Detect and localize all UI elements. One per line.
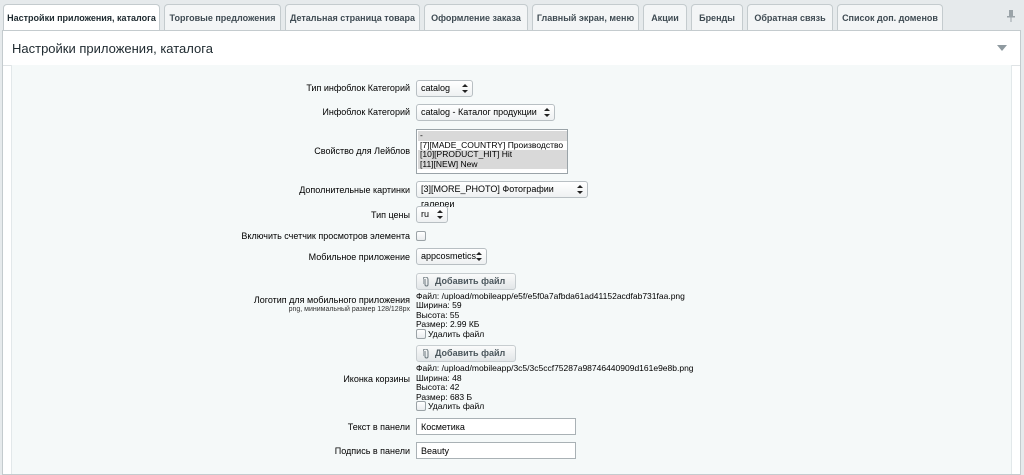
price-type-value: ru <box>421 209 430 219</box>
tab-main-screen-menu[interactable]: Главный экран, меню <box>532 4 639 30</box>
view-counter-label: Включить счетчик просмотров элемента <box>241 231 410 241</box>
logo-delete-checkbox[interactable] <box>416 329 426 339</box>
cart-icon-add-file-label: Добавить файл <box>435 348 506 358</box>
select-arrows-icon <box>577 185 583 194</box>
select-arrows-icon <box>462 84 468 93</box>
panel-caption-label: Подпись в панели <box>334 446 410 456</box>
logo-add-file-button[interactable]: Добавить файл <box>416 273 517 290</box>
cart-icon-delete-checkbox[interactable] <box>416 401 426 411</box>
listbox-option[interactable]: [11][NEW] New <box>418 159 567 169</box>
panel-text-label: Текст в панели <box>347 422 410 432</box>
price-type-select[interactable]: ru <box>416 206 448 223</box>
iblock-type-select[interactable]: catalog <box>416 80 473 97</box>
iblock-type-label: Тип инфоблок Категорий <box>306 83 410 93</box>
logo-size: Размер: 2.99 КБ <box>416 319 480 329</box>
tab-checkout[interactable]: Оформление заказа <box>424 4 528 30</box>
tab-promotions[interactable]: Акции <box>643 4 687 30</box>
extra-pictures-select[interactable]: [3][MORE_PHOTO] Фотографии галереи <box>416 181 588 209</box>
panel-text-input[interactable] <box>416 418 576 435</box>
logo-sublabel: png, минимальный размер 128/128px <box>288 306 410 313</box>
mobile-app-label: Мобильное приложение <box>308 252 410 262</box>
mobile-app-select[interactable]: appcosmetics <box>416 248 487 265</box>
cart-icon-height: Высота: 42 <box>416 382 460 392</box>
labels-property-listbox[interactable]: - [7][MADE_COUNTRY] Производство [10][PR… <box>416 129 568 174</box>
panel-header: Настройки приложения, каталога <box>3 31 1020 66</box>
cart-icon-add-file-button[interactable]: Добавить файл <box>416 345 517 362</box>
price-type-label: Тип цены <box>370 210 410 220</box>
cart-icon-label: Иконка корзины <box>343 374 410 384</box>
pin-icon[interactable] <box>1006 10 1016 22</box>
paperclip-icon <box>423 349 429 359</box>
tab-feedback[interactable]: Обратная связь <box>747 4 833 30</box>
tab-trade-offers[interactable]: Торговые предложения <box>164 4 281 30</box>
form-area <box>11 65 1012 474</box>
cart-icon-file-path: Файл: /upload/mobileapp/3c5/3c5ccf75287a… <box>416 363 694 373</box>
tab-app-catalog-settings[interactable]: Настройки приложения, каталога <box>3 4 160 31</box>
logo-add-file-label: Добавить файл <box>435 276 506 286</box>
logo-delete-label: Удалить файл <box>428 329 485 339</box>
logo-label: Логотип для мобильного приложения <box>253 295 410 305</box>
panel-caption-input[interactable] <box>416 442 576 459</box>
iblock-label: Инфоблок Категорий <box>322 107 410 117</box>
collapse-arrow-icon[interactable] <box>997 45 1007 51</box>
iblock-type-value: catalog <box>421 83 451 93</box>
mobile-app-value: appcosmetics <box>421 251 477 261</box>
cart-icon-delete-label: Удалить файл <box>428 401 485 411</box>
labels-property-label: Свойство для Лейблов <box>314 146 410 156</box>
paperclip-icon <box>423 277 429 287</box>
panel-title: Настройки приложения, каталога <box>12 41 213 56</box>
iblock-value: catalog - Каталог продукции <box>421 107 537 117</box>
tab-brands[interactable]: Бренды <box>691 4 743 30</box>
tab-product-detail[interactable]: Детальная страница товара <box>285 4 420 30</box>
extra-pictures-label: Дополнительные картинки <box>299 185 410 195</box>
select-arrows-icon <box>544 108 550 117</box>
logo-width: Ширина: 59 <box>416 300 462 310</box>
tab-extra-domains[interactable]: Список доп. доменов <box>837 4 943 30</box>
select-arrows-icon <box>437 210 443 219</box>
view-counter-checkbox[interactable] <box>416 231 426 241</box>
iblock-select[interactable]: catalog - Каталог продукции <box>416 104 555 121</box>
select-arrows-icon <box>476 252 482 261</box>
settings-panel: Настройки приложения, каталога <box>2 30 1021 475</box>
